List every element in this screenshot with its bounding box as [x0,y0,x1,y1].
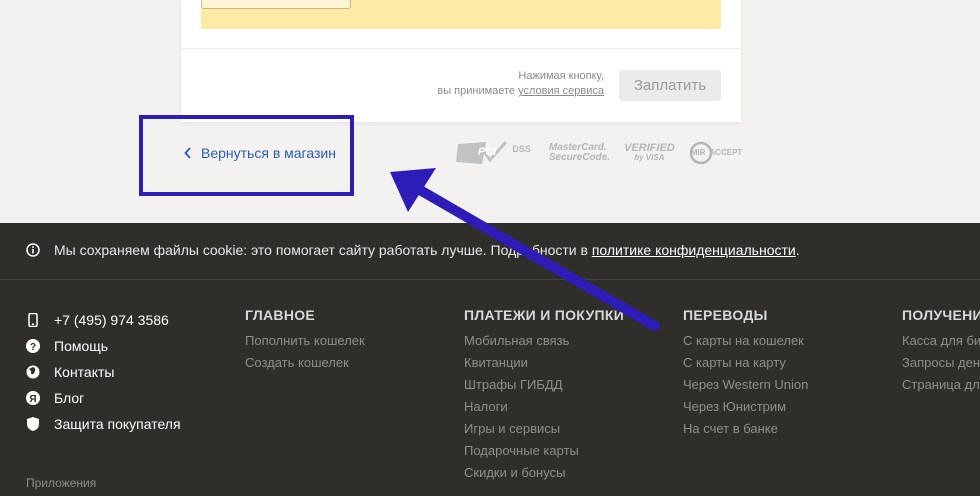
contact-buyer-protection-label: Защита покупателя [54,416,181,432]
column-title: ПЕРЕВОДЫ [683,307,768,323]
contact-blog-label: Блог [54,390,85,406]
footer-column-receive: ПОЛУЧЕНИ Касса для би Запросы ден Страни… [902,307,980,399]
card-divider [181,48,741,49]
globe-icon [26,365,40,379]
contact-buyer-protection[interactable]: Защита покупателя [26,411,181,437]
mastercard-securecode-logo: MasterCard. SecureCode. [549,143,610,163]
contact-blog[interactable]: Я Блог [26,385,181,411]
footer-link[interactable]: Создать кошелек [245,355,365,377]
footer-link[interactable]: Штрафы ГИБДД [464,377,624,399]
pci-text: PCI [478,146,497,158]
footer-link[interactable]: Налоги [464,399,624,421]
footer-column-main: ГЛАВНОЕ Пополнить кошелек Создать кошеле… [245,307,365,377]
footer-link[interactable]: Подарочные карты [464,443,624,465]
footer-column-payments: ПЛАТЕЖИ И ПОКУПКИ Мобильная связь Квитан… [464,307,624,487]
footer-link[interactable]: На счет в банке [683,421,808,443]
pay-button[interactable]: Заплатить [619,70,721,101]
mir-accept-text: ACCEPT [709,148,743,157]
terms-prefix: вы принимаете [437,85,519,97]
annotation-highlight-box [139,115,354,196]
mastercard-line-2: SecureCode. [548,152,610,163]
contact-phone[interactable]: +7 (495) 974 3586 [26,307,181,333]
footer-link[interactable]: Скидки и бонусы [464,465,624,487]
footer-link[interactable]: Игры и сервисы [464,421,624,443]
footer-link[interactable]: С карты на кошелек [683,333,808,355]
cookie-text: Мы сохраняем файлы cookie: это помогает … [54,242,800,258]
contact-help[interactable]: ? Помощь [26,333,181,359]
pci-dss-logo: PCI DSS [456,140,561,166]
privacy-policy-link[interactable]: политике конфиденциальности [592,242,796,258]
column-title: ГЛАВНОЕ [245,307,316,323]
contact-contacts[interactable]: Контакты [26,359,181,385]
svg-text:?: ? [30,342,36,353]
svg-text:Я: Я [29,394,36,405]
blog-icon: Я [26,391,40,405]
footer-contacts: +7 (495) 974 3586 ? Помощь Контакты Я Бл… [26,307,181,437]
pci-dss-text: DSS [512,144,531,154]
footer-link[interactable]: С карты на карту [683,355,808,377]
footer-link[interactable]: Мобильная связь [464,333,624,355]
mir-accept-logo: MIR ACCEPT [689,141,761,165]
visa-line-2: by VISA [634,153,665,162]
card-input-field[interactable] [201,0,351,9]
mir-text: MIR [690,148,706,157]
contact-contacts-label: Контакты [54,364,115,380]
security-logos: PCI DSS MasterCard. SecureCode. VERIFIED… [456,140,760,166]
contact-help-label: Помощь [54,338,109,354]
contact-phone-label: +7 (495) 974 3586 [54,312,169,328]
visa-line-1: VERIFIED [624,142,675,154]
cookie-message: Мы сохраняем файлы cookie: это помогает … [54,242,592,258]
footer: Мы сохраняем файлы cookie: это помогает … [0,223,980,496]
footer-link[interactable]: Через Western Union [683,377,808,399]
column-title: ПЛАТЕЖИ И ПОКУПКИ [464,307,625,323]
footer-link[interactable]: Запросы ден [902,355,980,377]
help-icon: ? [26,339,40,353]
terms-line-1: Нажимая кнопку, [518,70,604,82]
cookie-suffix: . [795,242,800,258]
phone-icon [26,313,40,327]
verified-by-visa-logo: VERIFIED by VISA [624,143,675,163]
footer-link[interactable]: Касса для би [902,333,980,355]
footer-divider [0,279,980,280]
apps-label: Приложения [26,476,97,490]
info-icon [26,243,40,257]
footer-link[interactable]: Квитанции [464,355,624,377]
payment-card: Нажимая кнопку, вы принимаете условия се… [181,0,741,122]
terms-line-2: вы принимаете условия сервиса [437,84,604,99]
column-title: ПОЛУЧЕНИ [902,307,980,323]
terms-notice: Нажимая кнопку, вы принимаете условия се… [437,69,604,99]
terms-link[interactable]: условия сервиса [518,85,604,97]
footer-link[interactable]: Через Юнистрим [683,399,808,421]
footer-column-transfers: ПЕРЕВОДЫ С карты на кошелек С карты на к… [683,307,808,443]
shield-icon [26,417,40,431]
cookie-banner: Мы сохраняем файлы cookie: это помогает … [26,242,800,258]
footer-link[interactable]: Пополнить кошелек [245,333,365,355]
footer-link[interactable]: Страница дл [902,377,980,399]
